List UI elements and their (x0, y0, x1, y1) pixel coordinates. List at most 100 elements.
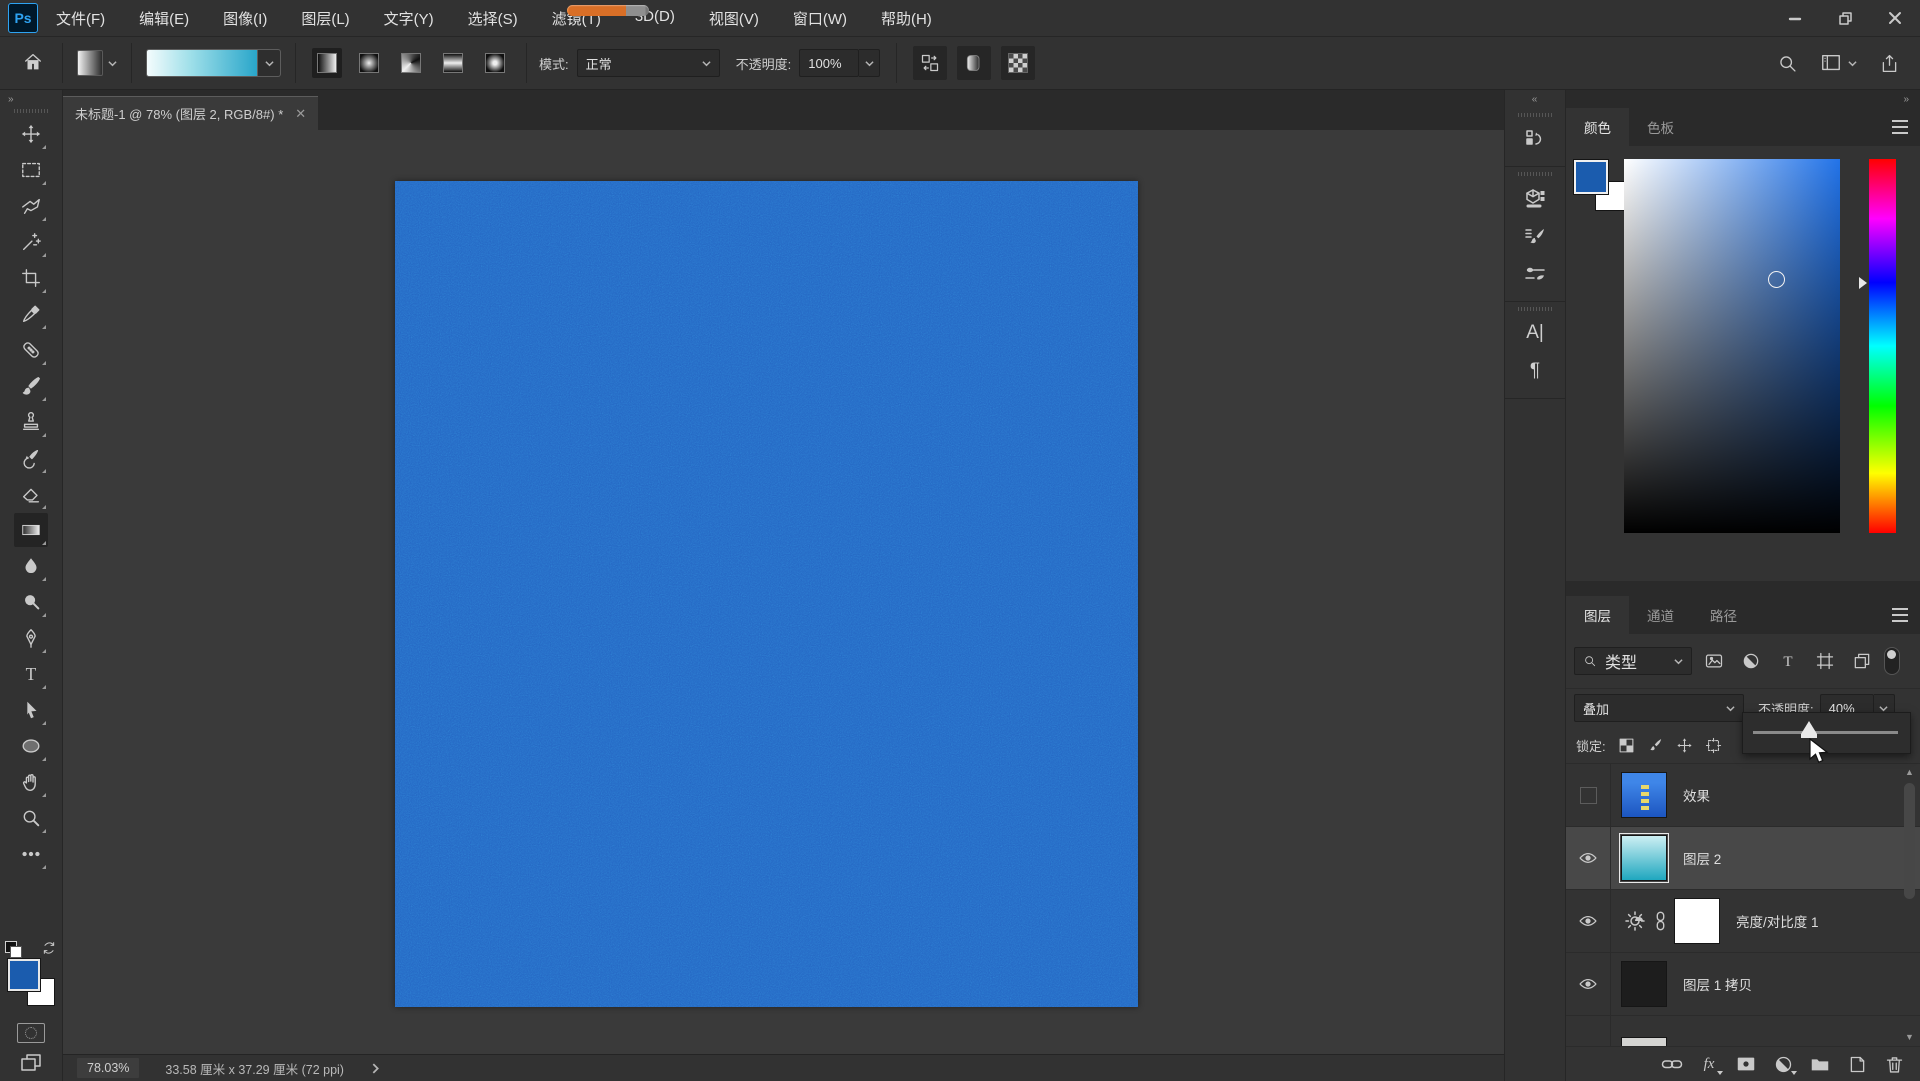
menu-window[interactable]: 窗口(W) (793, 8, 847, 29)
layer-name[interactable]: 图层 1 拷贝 (1683, 974, 1752, 994)
scroll-up-icon[interactable]: ▲ (1905, 768, 1914, 777)
filter-toggle-switch[interactable] (1884, 647, 1900, 675)
scrollbar-thumb[interactable] (1904, 783, 1915, 899)
default-colors-button[interactable] (5, 937, 35, 957)
strip-gripper[interactable] (1518, 172, 1552, 176)
hand-tool[interactable] (14, 765, 48, 799)
canvas[interactable] (395, 181, 1138, 1007)
tab-color[interactable]: 颜色 (1566, 108, 1629, 146)
share-icon[interactable] (1879, 53, 1900, 74)
menu-view[interactable]: 视图(V) (709, 8, 759, 29)
layer-name[interactable]: 亮度/对比度 1 (1736, 911, 1819, 931)
foreground-color-swatch[interactable] (8, 959, 40, 991)
status-chevron-icon[interactable] (370, 1063, 381, 1074)
eraser-tool[interactable] (14, 477, 48, 511)
blend-mode-select[interactable]: 正常 (577, 49, 720, 77)
tab-channels[interactable]: 通道 (1629, 596, 1692, 634)
pasteboard[interactable] (63, 130, 1504, 1054)
minimize-button[interactable] (1770, 0, 1820, 36)
layer-row-partial[interactable] (1566, 1016, 1920, 1046)
zoom-level-field[interactable]: 78.03% (77, 1058, 139, 1078)
quick-mask-button[interactable] (17, 1023, 45, 1043)
hue-slider[interactable] (1869, 159, 1896, 533)
menu-file[interactable]: 文件(F) (56, 8, 105, 29)
filter-smart-object-button[interactable] (1847, 646, 1877, 676)
layer-thumbnail[interactable] (1621, 835, 1667, 881)
workspace-switcher[interactable] (1820, 52, 1857, 74)
angle-gradient-button[interactable] (396, 48, 426, 78)
filter-type-button[interactable]: T (1773, 646, 1803, 676)
layer-row-brightness-contrast[interactable]: 亮度/对比度 1 (1566, 890, 1920, 953)
filter-type-select[interactable]: 类型 (1574, 647, 1692, 675)
layer-name[interactable]: 图层 2 (1683, 848, 1721, 868)
lasso-tool[interactable] (14, 189, 48, 223)
tab-swatches[interactable]: 色板 (1629, 108, 1692, 146)
brush-settings-panel-button[interactable] (1516, 217, 1554, 255)
color-panel-menu-button[interactable] (1892, 108, 1920, 146)
brush-tool[interactable] (14, 369, 48, 403)
tool-preset-picker[interactable] (71, 50, 123, 76)
magic-wand-tool[interactable] (14, 225, 48, 259)
visibility-toggle[interactable] (1566, 1016, 1611, 1046)
menu-layer[interactable]: 图层(L) (301, 8, 349, 29)
visibility-toggle[interactable] (1566, 890, 1611, 952)
linear-gradient-button[interactable] (312, 48, 342, 78)
delete-layer-button[interactable] (1882, 1052, 1906, 1076)
type-tool[interactable]: T (14, 657, 48, 691)
strip-gripper[interactable] (1518, 307, 1552, 311)
toolbar-expand-button[interactable]: » (0, 90, 62, 108)
foreground-color-swatch-small[interactable] (1574, 160, 1608, 194)
dodge-tool[interactable] (14, 585, 48, 619)
tab-layers[interactable]: 图层 (1566, 596, 1629, 634)
history-panel-button[interactable] (1516, 120, 1554, 158)
swap-colors-icon[interactable] (41, 940, 57, 956)
layer-name[interactable]: 效果 (1683, 785, 1710, 805)
close-button[interactable] (1870, 0, 1920, 36)
document-size-info[interactable]: 33.58 厘米 x 37.29 厘米 (72 ppi) (165, 1059, 344, 1078)
screen-mode-button[interactable] (19, 1051, 43, 1075)
eyedropper-tool[interactable] (14, 297, 48, 331)
opacity-input[interactable]: 100% (799, 49, 859, 77)
dock-collapse-button[interactable]: » (1566, 90, 1920, 108)
diamond-gradient-button[interactable] (480, 48, 510, 78)
scroll-down-icon[interactable]: ▼ (1905, 1033, 1914, 1042)
path-selection-tool[interactable] (14, 693, 48, 727)
lock-artboard-icon[interactable] (1705, 737, 1722, 754)
filter-image-button[interactable] (1699, 646, 1729, 676)
add-layer-mask-button[interactable] (1734, 1052, 1758, 1076)
pen-tool[interactable] (14, 621, 48, 655)
layer-thumbnail[interactable] (1621, 1037, 1667, 1046)
spot-healing-brush-tool[interactable] (14, 333, 48, 367)
reverse-button[interactable] (913, 46, 947, 80)
strip-gripper[interactable] (1518, 113, 1552, 117)
history-brush-tool[interactable] (14, 441, 48, 475)
opacity-dropdown-button[interactable] (859, 49, 880, 77)
edit-toolbar-button[interactable] (14, 837, 48, 871)
move-tool[interactable] (14, 117, 48, 151)
layer-thumbnail[interactable] (1621, 961, 1667, 1007)
rectangular-marquee-tool[interactable] (14, 153, 48, 187)
gradient-picker-button[interactable] (258, 49, 281, 77)
document-tab[interactable]: 未标题-1 @ 78% (图层 2, RGB/8#) * ✕ (63, 96, 318, 130)
saturation-brightness-field[interactable] (1624, 159, 1840, 533)
visibility-toggle[interactable] (1566, 953, 1611, 1015)
layer-mask-thumbnail[interactable] (1674, 898, 1720, 944)
filter-adjustment-button[interactable] (1736, 646, 1766, 676)
tab-close-icon[interactable]: ✕ (295, 106, 306, 122)
menu-select[interactable]: 选择(S) (468, 8, 518, 29)
layer-row-layer1-copy[interactable]: 图层 1 拷贝 (1566, 953, 1920, 1016)
new-group-button[interactable] (1808, 1052, 1832, 1076)
color-field-cursor[interactable] (1768, 271, 1785, 288)
gradient-preview[interactable] (146, 49, 258, 77)
lock-image-pixels-icon[interactable] (1647, 737, 1664, 754)
strip-expand-button[interactable]: « (1505, 90, 1565, 108)
layer-style-button[interactable]: fx (1697, 1052, 1721, 1076)
toolbar-gripper[interactable] (14, 109, 48, 113)
layer-thumbnail[interactable] (1621, 772, 1667, 818)
clone-stamp-tool[interactable] (14, 405, 48, 439)
crop-tool[interactable] (14, 261, 48, 295)
link-layers-button[interactable] (1660, 1052, 1684, 1076)
new-layer-button[interactable] (1845, 1052, 1869, 1076)
3d-panel-button[interactable] (1516, 179, 1554, 217)
search-icon[interactable] (1777, 53, 1798, 74)
